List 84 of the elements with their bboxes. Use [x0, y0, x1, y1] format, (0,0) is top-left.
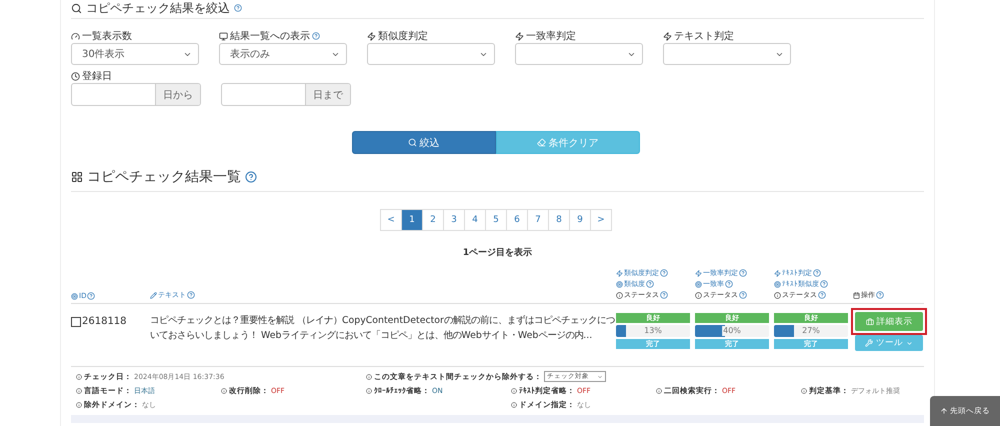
filter-select[interactable]: 表示のみ [219, 43, 347, 65]
page-button[interactable]: 2 [422, 209, 444, 231]
lightning-icon [515, 32, 524, 40]
page-button[interactable]: 6 [506, 209, 528, 231]
detail-button[interactable]: 詳細表示 [855, 312, 923, 331]
page-button[interactable]: 5 [485, 209, 507, 231]
lightning-icon [695, 270, 702, 276]
search-icon [71, 2, 82, 14]
help-icon[interactable] [646, 280, 654, 288]
gauge-icon [71, 32, 80, 40]
text-cell-text: コピペチェックとは？重要性を解説 （レイナ）CopyContentDetectorの解説の前に、まずはコピペチェックについておさらいしましょう！ Webライティングにおいて「コピペ」とは、他のWebサイト・Webページの内... [150, 314, 616, 343]
percent-reading: 27% [801, 326, 821, 336]
help-icon[interactable] [725, 280, 733, 288]
help-icon[interactable] [876, 291, 884, 299]
info-icon [801, 388, 807, 394]
panel-title: コピペチェック結果を絞込 [86, 0, 230, 16]
search-icon [408, 138, 416, 147]
info-icon [616, 292, 623, 298]
lightning-icon [774, 270, 781, 276]
search-button[interactable]: 絞込 [352, 131, 496, 154]
help-icon[interactable] [660, 291, 668, 299]
arrow-up-icon [940, 407, 948, 415]
briefcase-icon [866, 318, 874, 326]
filter-label: 登録日 [82, 70, 112, 83]
help-icon[interactable] [245, 171, 257, 183]
info-icon [76, 402, 82, 408]
info-icon [511, 402, 517, 408]
info-icon [76, 388, 82, 394]
chevron-icon [597, 374, 603, 380]
page-button[interactable]: 1 [401, 209, 423, 231]
help-icon[interactable] [234, 4, 242, 12]
filter-label: 一覧表示数 [82, 30, 132, 43]
clock-icon [71, 72, 80, 80]
target-icon [774, 280, 781, 288]
page-button[interactable]: 4 [464, 209, 486, 231]
help-icon[interactable] [739, 291, 747, 299]
date-field[interactable]: 日から [71, 83, 201, 106]
chevron-icon [906, 340, 913, 346]
section-title: コピペチェック結果一覧 [87, 168, 241, 186]
pencil-icon [150, 292, 157, 298]
wrench-icon [865, 339, 873, 347]
percent-reading: 40% [722, 326, 742, 336]
id-cell: 2618118 [82, 316, 127, 327]
calendar-icon [853, 292, 860, 298]
row-checkbox[interactable] [71, 317, 81, 327]
info-icon [366, 388, 372, 394]
monitor-icon [219, 32, 228, 40]
lightning-icon [663, 32, 672, 40]
page-button[interactable]: 9 [569, 209, 591, 231]
target-icon [616, 280, 623, 288]
info-icon [76, 374, 82, 380]
grid-icon [71, 171, 83, 183]
info-icon [366, 374, 372, 380]
help-icon[interactable] [739, 269, 747, 277]
filter-label: 結果一覧への表示 [230, 30, 310, 43]
target-icon [71, 292, 78, 300]
lightning-icon [367, 32, 376, 40]
target-icon [695, 280, 702, 288]
info-icon [511, 388, 517, 394]
help-icon[interactable] [312, 32, 320, 40]
info-icon [695, 292, 702, 298]
page-button[interactable]: 8 [548, 209, 570, 231]
percent-reading: 13% [643, 326, 663, 336]
page-info: 1ページ目を表示 [462, 246, 534, 260]
eraser-icon [536, 138, 546, 147]
help-icon[interactable] [813, 269, 821, 277]
info-icon [656, 388, 662, 394]
filter-label: テキスト判定 [674, 30, 734, 43]
help-icon[interactable] [818, 291, 826, 299]
info-icon [221, 388, 227, 394]
filter-label: 一致率判定 [526, 30, 576, 43]
date-field[interactable]: 日まで [221, 83, 351, 106]
page-button[interactable]: < [380, 209, 402, 231]
help-icon[interactable] [660, 269, 668, 277]
help-icon[interactable] [820, 280, 828, 288]
info-icon [774, 292, 781, 298]
filter-label: 類似度判定 [378, 30, 428, 43]
help-icon[interactable] [187, 291, 195, 299]
lightning-icon [616, 270, 623, 276]
help-icon[interactable] [87, 292, 96, 300]
page-button[interactable]: 7 [527, 209, 549, 231]
filter-select[interactable]: 30件表示 [71, 43, 199, 65]
page-button[interactable]: 3 [443, 209, 465, 231]
page-button[interactable]: > [590, 209, 612, 231]
